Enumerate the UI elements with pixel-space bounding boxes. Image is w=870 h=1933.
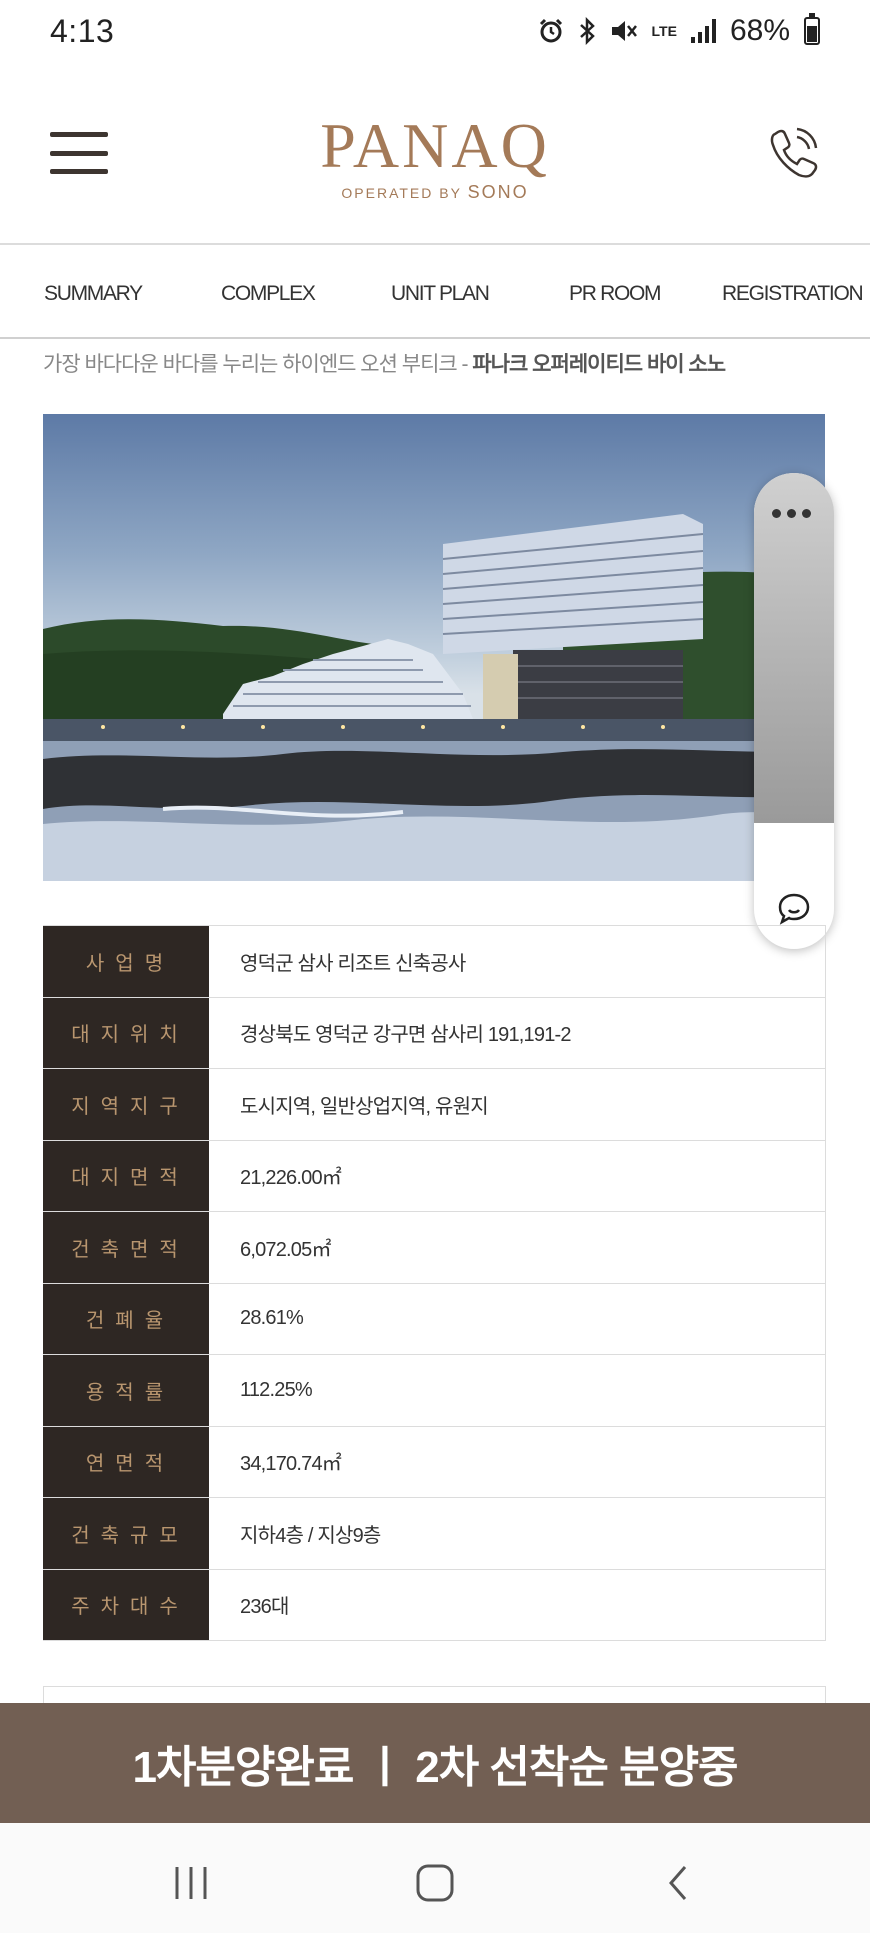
status-time: 4:13 <box>50 12 115 49</box>
tagline-brand: 파나크 오퍼레이티드 바이 소노 <box>472 353 726 376</box>
quick-menu-panel <box>754 473 834 823</box>
alarm-icon <box>538 18 564 44</box>
row-label: 지역지구 <box>43 1069 209 1140</box>
bluetooth-icon <box>578 17 596 45</box>
hamburger-menu-button[interactable] <box>50 132 108 174</box>
sales-status-banner[interactable]: 1차분양완료 ㅣ 2차 선착순 분양중 <box>0 1703 870 1823</box>
nav-pr-room[interactable]: PR ROOM <box>569 282 662 306</box>
row-value: 6,072.05㎡ <box>240 1238 331 1261</box>
table-row: 주차대수 236대 <box>43 1569 826 1641</box>
row-label: 건축규모 <box>43 1498 209 1569</box>
nav-registration[interactable]: REGISTRATION <box>722 282 864 306</box>
table-row: 사업명 영덕군 삼사 리조트 신축공사 <box>43 926 826 998</box>
menu-bar-icon <box>50 132 108 137</box>
floating-quick-menu <box>754 473 834 949</box>
table-row: 대지위치 경상북도 영덕군 강구면 삼사리 191,191-2 <box>43 997 826 1069</box>
row-label: 건폐율 <box>43 1283 209 1354</box>
row-value: 지하4층 / 지상9층 <box>240 1524 381 1547</box>
row-value: 236대 <box>240 1596 289 1619</box>
row-label: 용적률 <box>43 1355 209 1426</box>
nav-summary[interactable]: SUMMARY <box>44 282 143 306</box>
table-row: 용적률 112.25% <box>43 1355 826 1427</box>
site-header: PANAQ OPERATED BY SONO <box>0 62 870 245</box>
chat-bubble-icon <box>778 893 810 925</box>
back-button[interactable] <box>648 1853 708 1913</box>
table-row: 지역지구 도시지역, 일반상업지역, 유원지 <box>43 1069 826 1141</box>
row-value: 영덕군 삼사 리조트 신축공사 <box>240 952 466 975</box>
row-label: 연면적 <box>43 1426 209 1497</box>
battery-percent: 68% <box>729 14 790 47</box>
section-nav: SUMMARY COMPLEX UNIT PLAN PR ROOM REGIST… <box>0 246 870 339</box>
more-options-icon[interactable] <box>772 509 811 518</box>
mute-icon <box>610 18 638 44</box>
signal-icon <box>690 19 716 43</box>
menu-bar-icon <box>50 169 108 174</box>
row-value: 112.25% <box>240 1378 313 1401</box>
table-row: 건축면적 6,072.05㎡ <box>43 1212 826 1284</box>
banner-text: 1차분양완료 ㅣ 2차 선착순 분양중 <box>132 1743 738 1792</box>
battery-level <box>807 25 817 42</box>
logo-sono: SONO <box>467 182 529 202</box>
row-value: 21,226.00㎡ <box>240 1167 342 1190</box>
row-label: 사업명 <box>43 926 209 997</box>
menu-bar-icon <box>50 150 108 156</box>
row-value: 28.61% <box>240 1307 304 1330</box>
row-label: 주차대수 <box>43 1569 209 1640</box>
row-value: 도시지역, 일반상업지역, 유원지 <box>240 1095 489 1118</box>
logo-subtitle: OPERATED BY SONO <box>300 182 570 203</box>
table-row: 건축규모 지하4층 / 지상9층 <box>43 1498 826 1570</box>
nav-complex[interactable]: COMPLEX <box>221 282 316 306</box>
home-icon <box>416 1864 454 1902</box>
table-row: 연면적 34,170.74㎡ <box>43 1426 826 1498</box>
table-row: 건폐율 28.61% <box>43 1283 826 1355</box>
resort-hero-image <box>43 414 825 881</box>
lte-icon: LTE <box>651 22 677 39</box>
recent-apps-button[interactable] <box>161 1853 221 1913</box>
phone-icon <box>770 127 818 178</box>
phone-call-button[interactable] <box>764 124 822 182</box>
brand-logo[interactable]: PANAQ OPERATED BY SONO <box>300 114 570 203</box>
row-label: 대지위치 <box>43 997 209 1068</box>
nav-unit-plan[interactable]: UNIT PLAN <box>391 282 490 306</box>
android-nav-bar <box>0 1823 870 1933</box>
table-row: 대지면적 21,226.00㎡ <box>43 1140 826 1212</box>
tagline-text: 가장 바다다운 바다를 누리는 하이엔드 오션 부티크 - <box>43 353 473 376</box>
home-button[interactable] <box>405 1853 465 1913</box>
logo-operated-by: OPERATED BY <box>341 185 462 201</box>
status-bar: 4:13 LTE 68% <box>0 0 870 62</box>
recent-apps-icon <box>175 1867 207 1899</box>
row-label: 대지면적 <box>43 1140 209 1211</box>
row-label: 건축면적 <box>43 1212 209 1283</box>
project-info-table: 사업명 영덕군 삼사 리조트 신축공사 대지위치 경상북도 영덕군 강구면 삼사리 … <box>43 925 826 1641</box>
status-icons: LTE 68% <box>538 13 820 48</box>
row-value: 34,170.74㎡ <box>240 1453 342 1476</box>
chat-button[interactable] <box>774 889 814 929</box>
tagline: 가장 바다다운 바다를 누리는 하이엔드 오션 부티크 - 파나크 오퍼레이티드… <box>43 348 726 378</box>
battery-icon <box>804 13 820 45</box>
row-value: 경상북도 영덕군 강구면 삼사리 191,191-2 <box>240 1024 572 1047</box>
logo-wordmark: PANAQ <box>320 110 550 181</box>
back-icon <box>669 1866 687 1900</box>
